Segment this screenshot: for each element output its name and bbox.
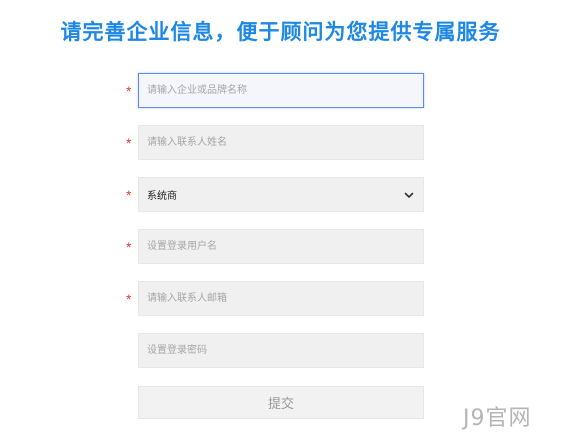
- company-type-selected-value: 系统商: [147, 191, 177, 202]
- password-row: [124, 333, 426, 368]
- brand-name-input[interactable]: [138, 73, 424, 108]
- username-row: *: [124, 229, 426, 264]
- username-input[interactable]: [138, 229, 424, 264]
- password-input[interactable]: [138, 333, 424, 368]
- required-star: *: [126, 239, 132, 255]
- required-star: *: [126, 291, 132, 307]
- company-type-select[interactable]: 系统商: [138, 177, 424, 212]
- page-heading: 请完善企业信息，便于顾问为您提供专属服务: [60, 21, 501, 44]
- watermark-text: J9官网: [463, 406, 532, 431]
- required-star: *: [126, 187, 132, 203]
- email-row: *: [124, 281, 426, 316]
- required-star: *: [126, 83, 132, 99]
- chevron-down-icon: [404, 192, 414, 198]
- brand-name-row: *: [124, 73, 426, 108]
- required-star: *: [126, 135, 132, 151]
- company-type-row: * 系统商: [124, 177, 426, 212]
- contact-name-input[interactable]: [138, 125, 424, 160]
- submit-button[interactable]: 提交: [138, 386, 424, 419]
- email-input[interactable]: [138, 281, 424, 316]
- contact-name-row: *: [124, 125, 426, 160]
